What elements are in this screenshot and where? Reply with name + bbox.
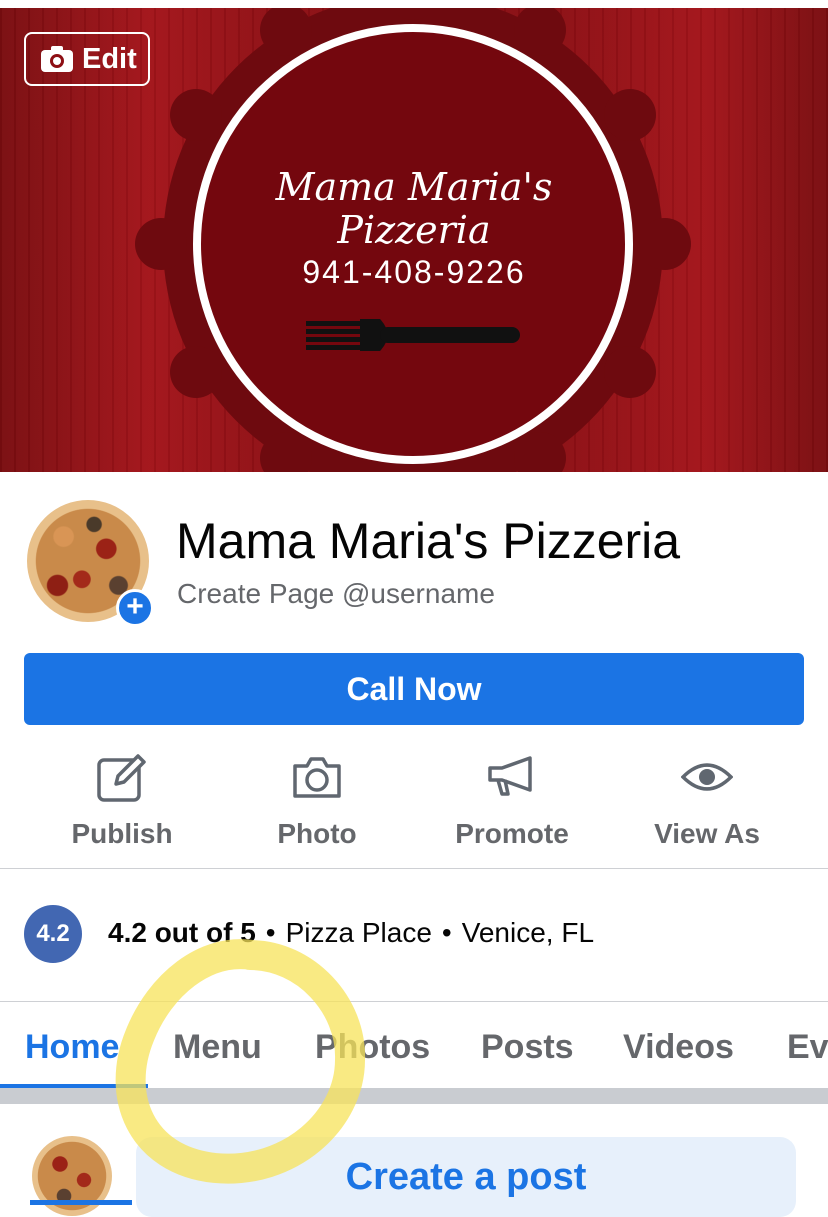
tab-videos[interactable]: Videos: [623, 1028, 734, 1067]
call-now-button[interactable]: Call Now: [24, 653, 804, 725]
section-separator: [0, 1088, 828, 1104]
create-username-link[interactable]: Create Page @username: [177, 578, 495, 610]
category-text: Pizza Place: [285, 917, 432, 948]
cover-brand-line1: Mama Maria's: [275, 165, 553, 209]
cover-top-edge: [0, 0, 828, 8]
edit-cover-button[interactable]: Edit: [24, 32, 150, 86]
edit-icon: [97, 754, 146, 802]
camera-icon: [41, 46, 73, 72]
publish-label: Publish: [71, 818, 173, 849]
cover-brand-line2: Pizzeria: [337, 208, 491, 252]
rating-badge[interactable]: 4.2: [24, 905, 82, 963]
fork-icon: [306, 319, 520, 351]
view-as-label: View As: [654, 818, 760, 849]
photo-label: Photo: [277, 818, 357, 849]
megaphone-icon: [488, 756, 532, 796]
post-avatar-indicator: [30, 1200, 132, 1205]
photo-button[interactable]: Photo: [219, 750, 415, 850]
tab-photos[interactable]: Photos: [315, 1028, 430, 1067]
camera-icon: [293, 757, 341, 798]
rating-text: 4.2 out of 5: [108, 917, 256, 948]
page-tabs: Home Menu Photos Posts Videos Ev: [0, 1002, 828, 1088]
create-post-button[interactable]: Create a post: [136, 1137, 796, 1217]
edit-label: Edit: [82, 42, 137, 75]
tab-posts[interactable]: Posts: [481, 1028, 574, 1067]
cover-photo[interactable]: Mama Maria's Pizzeria 941-408-9226 Edit: [0, 0, 828, 472]
separator-dot: •: [265, 917, 276, 948]
separator-dot: •: [441, 917, 452, 948]
add-profile-photo-button[interactable]: +: [116, 589, 154, 627]
publish-button[interactable]: Publish: [24, 750, 220, 850]
rating-info[interactable]: 4.2 out of 5 • Pizza Place • Venice, FL: [108, 917, 594, 949]
cover-phone: 941-408-9226: [302, 254, 526, 290]
promote-button[interactable]: Promote: [414, 750, 610, 850]
tab-events[interactable]: Ev: [787, 1028, 828, 1067]
promote-label: Promote: [455, 818, 569, 849]
eye-icon: [681, 763, 733, 791]
divider: [0, 868, 828, 869]
tab-home[interactable]: Home: [25, 1028, 119, 1067]
location-text: Venice, FL: [461, 917, 595, 948]
tab-menu[interactable]: Menu: [173, 1028, 262, 1067]
page-title: Mama Maria's Pizzeria: [176, 513, 681, 569]
view-as-button[interactable]: View As: [609, 750, 805, 850]
